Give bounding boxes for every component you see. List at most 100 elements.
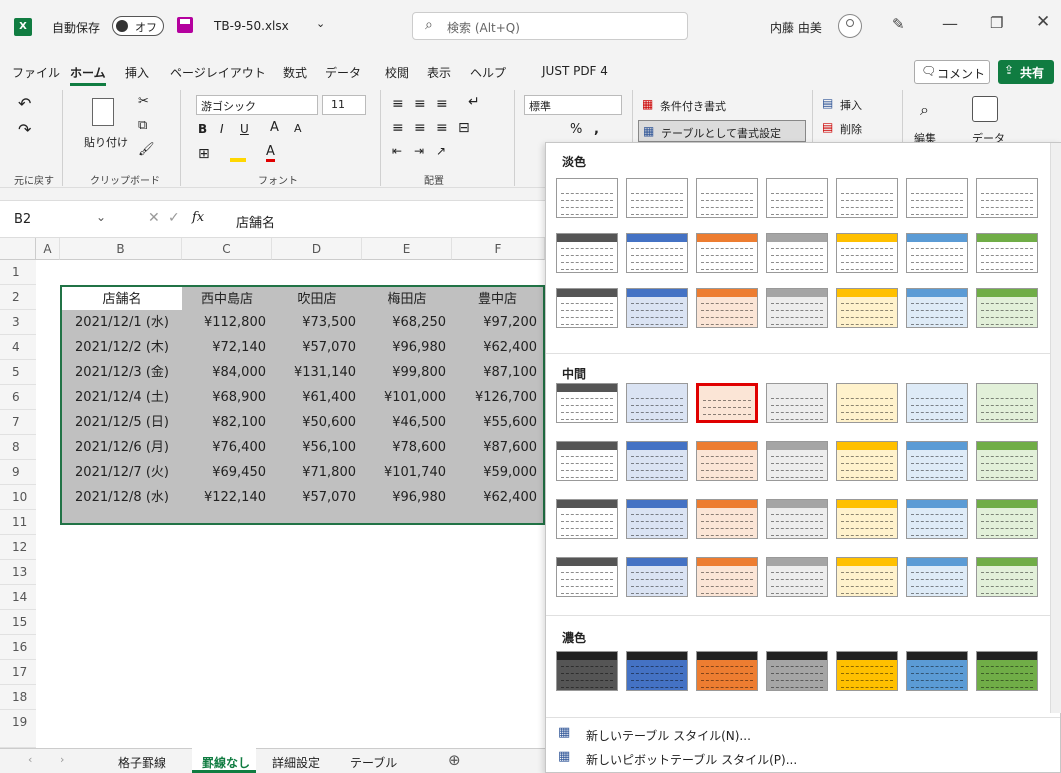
table-style-swatch[interactable]	[906, 178, 968, 218]
table-cell[interactable]: ¥56,100	[272, 435, 362, 460]
borders-icon[interactable]: ⊞	[198, 146, 210, 162]
tab-insert[interactable]: 挿入	[125, 64, 149, 81]
table-cell[interactable]: ¥55,600	[452, 410, 543, 435]
table-style-swatch[interactable]	[976, 383, 1038, 423]
paste-icon[interactable]	[92, 98, 114, 126]
row-header[interactable]: 8	[0, 435, 36, 460]
share-button[interactable]: ⇪ 共有	[998, 60, 1054, 84]
align-top-icon[interactable]: ≡	[392, 96, 404, 112]
scroll-left-icon[interactable]: ‹	[28, 753, 32, 766]
table-cell[interactable]: ¥96,980	[362, 485, 452, 510]
table-style-swatch[interactable]	[696, 441, 758, 481]
table-cell[interactable]: ¥87,100	[452, 360, 543, 385]
orientation-icon[interactable]: ↗	[436, 144, 446, 158]
analyze-data-icon[interactable]	[972, 96, 998, 122]
table-cell[interactable]: ¥62,400	[452, 335, 543, 360]
search-box[interactable]: ⌕ 検索 (Alt+Q)	[412, 12, 688, 40]
table-cell[interactable]: 2021/12/6 (月)	[62, 435, 182, 460]
bold-icon[interactable]: B	[198, 122, 207, 136]
save-icon[interactable]	[177, 17, 193, 33]
align-right-icon[interactable]: ≡	[436, 120, 448, 136]
table-style-swatch[interactable]	[556, 178, 618, 218]
new-table-style-link[interactable]: 新しいテーブル スタイル(N)...	[586, 727, 751, 744]
italic-icon[interactable]: I	[220, 122, 224, 136]
table-cell[interactable]: ¥57,070	[272, 485, 362, 510]
table-cell[interactable]: ¥101,740	[362, 460, 452, 485]
chevron-down-icon[interactable]: ⌄	[96, 210, 106, 224]
row-header[interactable]: 17	[0, 660, 36, 685]
sheet-tab-grid[interactable]: 格子罫線	[118, 754, 166, 771]
table-style-swatch[interactable]	[766, 233, 828, 273]
table-cell[interactable]: ¥68,900	[182, 385, 272, 410]
table-style-swatch[interactable]	[626, 288, 688, 328]
table-style-swatch[interactable]	[836, 233, 898, 273]
table-style-swatch[interactable]	[556, 441, 618, 481]
table-cell[interactable]: ¥69,450	[182, 460, 272, 485]
table-cell[interactable]: 2021/12/8 (水)	[62, 485, 182, 510]
align-center-icon[interactable]: ≡	[414, 120, 426, 136]
sheet-tab-detail[interactable]: 詳細設定	[272, 754, 320, 771]
table-style-swatch[interactable]	[766, 557, 828, 597]
format-painter-icon[interactable]: 🖌	[138, 142, 155, 157]
tab-review[interactable]: 校閲	[385, 64, 409, 81]
table-style-swatch[interactable]	[836, 441, 898, 481]
row-header[interactable]: 6	[0, 385, 36, 410]
table-style-swatch[interactable]	[836, 383, 898, 423]
table-style-swatch[interactable]	[556, 499, 618, 539]
table-header-cell[interactable]: 豊中店	[452, 287, 543, 312]
autosave-toggle[interactable]: オフ	[112, 16, 164, 36]
table-cell[interactable]: ¥68,250	[362, 310, 452, 335]
table-style-swatch[interactable]	[766, 383, 828, 423]
table-style-swatch[interactable]	[766, 651, 828, 691]
table-cell[interactable]: ¥99,800	[362, 360, 452, 385]
add-sheet-icon[interactable]: ⊕	[448, 751, 461, 769]
table-header-cell[interactable]: 梅田店	[362, 287, 452, 312]
tab-help[interactable]: ヘルプ	[470, 64, 506, 81]
table-style-swatch[interactable]	[836, 651, 898, 691]
cut-icon[interactable]: ✂	[138, 94, 149, 109]
table-cell[interactable]: ¥71,800	[272, 460, 362, 485]
merge-icon[interactable]: ⊟	[458, 120, 470, 136]
row-header[interactable]: 10	[0, 485, 36, 510]
table-cell[interactable]: ¥73,500	[272, 310, 362, 335]
table-style-swatch[interactable]	[836, 499, 898, 539]
tab-data[interactable]: データ	[325, 64, 361, 81]
table-style-swatch[interactable]	[626, 383, 688, 423]
table-style-swatch[interactable]	[696, 651, 758, 691]
select-all-corner[interactable]	[0, 238, 36, 260]
cancel-icon[interactable]: ✕	[148, 210, 160, 226]
table-cell[interactable]: ¥126,700	[452, 385, 543, 410]
sheet-tab-no-border[interactable]: 罫線なし	[202, 754, 250, 771]
undo-icon[interactable]: ↶	[18, 94, 31, 113]
align-bottom-icon[interactable]: ≡	[436, 96, 448, 112]
align-left-icon[interactable]: ≡	[392, 120, 404, 136]
underline-icon[interactable]: U	[240, 122, 249, 136]
table-header-cell[interactable]: 吹田店	[272, 287, 362, 312]
row-header[interactable]: 13	[0, 560, 36, 585]
row-header[interactable]: 2	[0, 285, 36, 310]
table-cell[interactable]: ¥122,140	[182, 485, 272, 510]
table-style-swatch[interactable]	[976, 233, 1038, 273]
font-color-icon[interactable]: A	[266, 144, 275, 162]
table-cell[interactable]: ¥87,600	[452, 435, 543, 460]
number-format-select[interactable]: 標準	[524, 95, 622, 115]
table-style-swatch[interactable]	[556, 233, 618, 273]
find-icon[interactable]: ⌕	[920, 100, 929, 120]
table-cell[interactable]: ¥82,100	[182, 410, 272, 435]
search-input[interactable]: 検索 (Alt+Q)	[447, 19, 520, 36]
col-header-e[interactable]: E	[362, 238, 452, 260]
table-cell[interactable]: ¥97,200	[452, 310, 543, 335]
table-cell[interactable]: 2021/12/5 (日)	[62, 410, 182, 435]
table-cell[interactable]: ¥72,140	[182, 335, 272, 360]
table-style-swatch[interactable]	[626, 441, 688, 481]
table-cell[interactable]: ¥50,600	[272, 410, 362, 435]
table-style-swatch[interactable]	[696, 288, 758, 328]
function-icon[interactable]: fx	[192, 210, 204, 225]
table-style-swatch[interactable]	[696, 499, 758, 539]
table-style-swatch[interactable]	[976, 651, 1038, 691]
table-style-swatch[interactable]	[976, 557, 1038, 597]
col-header-f[interactable]: F	[452, 238, 545, 260]
insert-label[interactable]: 挿入	[840, 97, 862, 113]
table-style-swatch[interactable]	[976, 178, 1038, 218]
row-header[interactable]: 3	[0, 310, 36, 335]
